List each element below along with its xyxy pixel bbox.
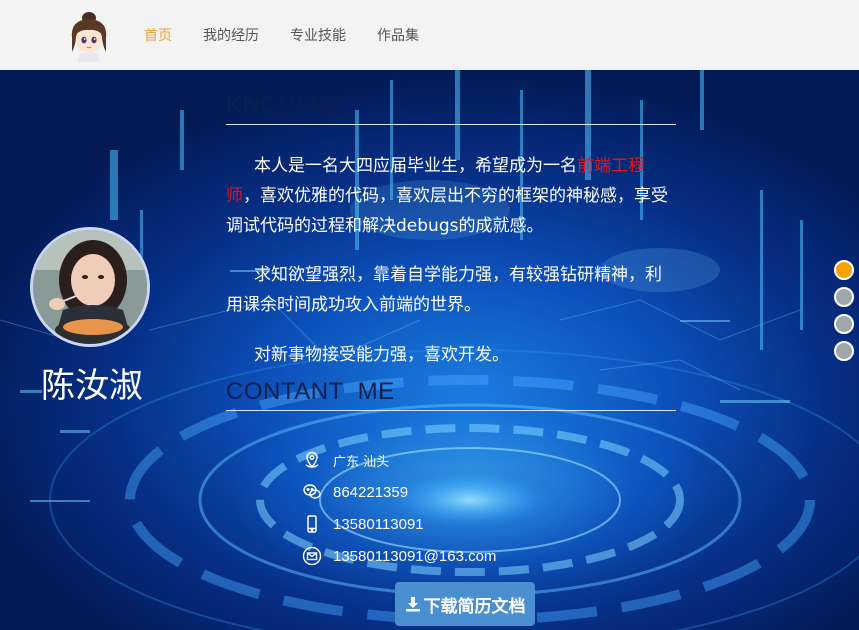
download-resume-button[interactable]: 下载简历文档 bbox=[395, 582, 535, 626]
contact-title: CONTANT ME bbox=[226, 378, 676, 411]
contact-location: 广东 汕头 bbox=[302, 448, 389, 472]
contact-email: 13580113091@163.com bbox=[302, 544, 496, 568]
wechat-text: 864221359 bbox=[333, 483, 409, 501]
page-indicator-dots bbox=[834, 260, 854, 368]
page-dot-2[interactable] bbox=[834, 287, 854, 307]
about-paragraph-3: 对新事物接受能力强，喜欢开发。 bbox=[254, 345, 509, 365]
email-text: 13580113091@163.com bbox=[333, 547, 497, 565]
nav-item-2[interactable]: 专业技能 bbox=[290, 25, 346, 45]
nav-item-1[interactable]: 我的经历 bbox=[203, 25, 259, 45]
about-title: KNOW ME bbox=[226, 92, 676, 125]
nav-item-0[interactable]: 首页 bbox=[144, 25, 172, 45]
hero-section: 陈汝淑 KNOW ME 本人是一名大四应届毕业生，希望成为一名前端工程师，喜欢优… bbox=[0, 70, 859, 630]
top-navbar: 首页 我的经历 专业技能 作品集 bbox=[0, 0, 859, 70]
email-icon bbox=[302, 546, 322, 566]
about-paragraph-1: 本人是一名大四应届毕业生，希望成为一名前端工程师，喜欢优雅的代码，喜欢层出不穷的… bbox=[226, 151, 674, 241]
location-text: 广东 汕头 bbox=[333, 454, 390, 470]
page-dot-4[interactable] bbox=[834, 341, 854, 361]
about-paragraph-2: 求知欲望强烈，靠着自学能力强，有较强钻研精神，利用课余时间成功攻入前端的世界。 bbox=[226, 265, 662, 315]
download-icon bbox=[405, 597, 420, 612]
logo-avatar-icon[interactable] bbox=[66, 8, 112, 62]
profile-photo bbox=[30, 227, 150, 347]
location-pin-icon bbox=[302, 450, 322, 470]
profile-name: 陈汝淑 bbox=[41, 366, 143, 406]
main-nav: 首页 我的经历 专业技能 作品集 bbox=[144, 0, 450, 70]
download-resume-label: 下载简历文档 bbox=[423, 596, 526, 617]
page-dot-3[interactable] bbox=[834, 314, 854, 334]
phone-text: 13580113091 bbox=[333, 515, 424, 533]
contact-wechat: 864221359 bbox=[302, 480, 408, 504]
nav-item-3[interactable]: 作品集 bbox=[377, 25, 419, 45]
about-paragraph-1-start: 本人是一名大四应届毕业生，希望成为一名 bbox=[254, 156, 577, 176]
contact-phone: 13580113091 bbox=[302, 512, 424, 536]
about-paragraph-1-end: ，喜欢优雅的代码，喜欢层出不穷的框架的神秘感，享受调试代码的过程和解决debug… bbox=[226, 186, 668, 236]
wechat-icon bbox=[302, 482, 322, 502]
page-dot-1[interactable] bbox=[834, 260, 854, 280]
mobile-phone-icon bbox=[302, 514, 322, 534]
